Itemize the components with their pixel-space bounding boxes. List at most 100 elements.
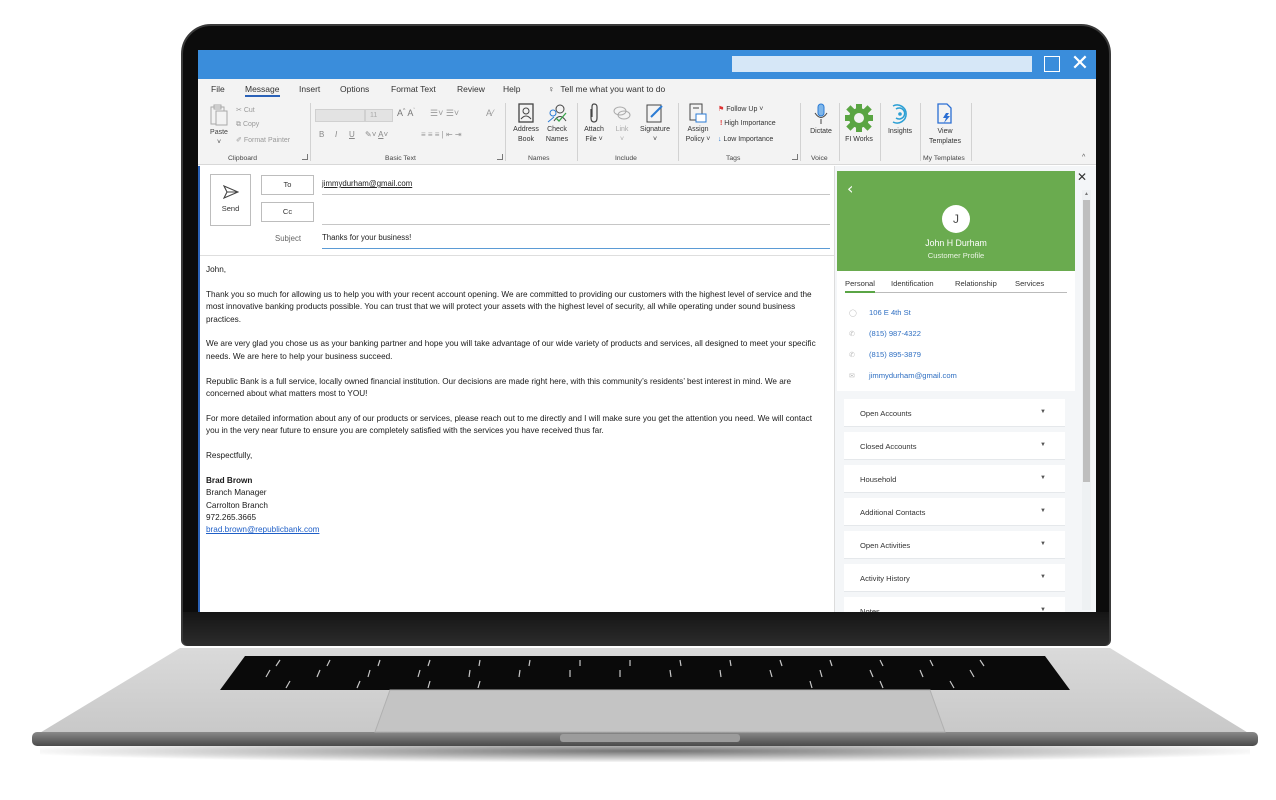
paperclip-icon — [590, 103, 598, 123]
font-name-box[interactable] — [315, 109, 365, 122]
follow-up-label: Follow Up ˅ — [726, 106, 764, 113]
assign-policy-label-1: Assign — [687, 126, 709, 133]
section-open-accounts[interactable]: Open Accounts ▼ — [844, 399, 1065, 427]
low-importance-label: Low Importance — [723, 136, 774, 143]
tab-message[interactable]: Message — [245, 84, 280, 97]
phone-icon: ✆ — [849, 331, 855, 338]
tab-personal[interactable]: Personal — [845, 279, 875, 293]
cc-field[interactable] — [322, 205, 830, 225]
lightbulb-icon: ♀ — [548, 84, 555, 94]
section-additional-contacts[interactable]: Additional Contacts ▼ — [844, 498, 1065, 526]
dictate-button[interactable]: Dictate — [804, 103, 838, 137]
to-button[interactable]: To — [261, 175, 314, 195]
collapse-ribbon-icon[interactable]: ^ — [1082, 154, 1085, 161]
brush-icon: ✐ — [236, 137, 242, 144]
check-names-button[interactable]: Check Names — [542, 103, 572, 145]
basic-text-launcher-icon[interactable] — [497, 154, 503, 160]
address-book-button[interactable]: Address Book — [510, 103, 542, 145]
address-row[interactable]: ◯ 106 E 4th St — [849, 308, 911, 317]
highlight-icon[interactable]: ✎˅ A˅ — [365, 130, 388, 139]
email-row[interactable]: ✉ jimmydurham@gmail.com — [849, 371, 957, 380]
bold-button[interactable]: B — [319, 130, 324, 139]
phone-row[interactable]: ✆ (815) 895-3879 — [849, 350, 921, 359]
message-body[interactable]: John, Thank you so much for allowing us … — [206, 264, 826, 537]
clear-formatting-icon[interactable]: A⁄ — [486, 108, 494, 118]
templates-icon — [937, 103, 952, 124]
insights-icon — [892, 104, 907, 124]
link-icon — [613, 106, 631, 120]
section-open-activities[interactable]: Open Activities ▼ — [844, 531, 1065, 559]
fi-works-button[interactable]: FI Works — [841, 103, 877, 145]
copy-button[interactable]: ⧉ Copy — [236, 121, 259, 129]
italic-button[interactable]: I — [335, 130, 337, 139]
follow-up-button[interactable]: ⚑ Follow Up ˅ — [718, 105, 763, 113]
caret-down-icon: ▼ — [1040, 574, 1046, 580]
ribbon: Paste ˅ ✂ Cut ⧉ Copy ✐ Format Painter Cli… — [198, 100, 1096, 165]
signature-button[interactable]: Signature ˅ — [636, 103, 674, 145]
back-chevron-icon[interactable]: ‹ — [847, 179, 853, 198]
tell-me-text: Tell me what you want to do — [560, 84, 666, 94]
link-button[interactable]: Link ˅ — [610, 103, 634, 145]
assign-policy-button[interactable]: Assign Policy ˅ — [683, 103, 713, 145]
scroll-up-icon[interactable]: ▲ — [1083, 191, 1090, 197]
bullets-icon[interactable]: ☰˅ ☰˅ — [430, 108, 459, 119]
trackpad[interactable] — [374, 689, 946, 733]
view-templates-label-1: View — [937, 128, 953, 135]
maximize-icon[interactable] — [1044, 56, 1060, 72]
close-panel-icon[interactable]: ✕ — [1077, 170, 1087, 184]
cut-button[interactable]: ✂ Cut — [236, 106, 255, 114]
tab-help[interactable]: Help — [503, 84, 520, 94]
phone-value: (815) 987-4322 — [869, 329, 921, 338]
close-icon[interactable]: ✕ — [1070, 53, 1090, 75]
insights-button[interactable]: Insights — [884, 103, 916, 137]
section-label: Open Accounts — [860, 409, 912, 418]
tab-insert[interactable]: Insert — [299, 84, 320, 94]
tell-me-search[interactable]: ♀ Tell me what you want to do — [548, 84, 665, 94]
tab-options[interactable]: Options — [340, 84, 369, 94]
tab-review[interactable]: Review — [457, 84, 485, 94]
cc-button[interactable]: Cc — [261, 202, 314, 222]
subject-field[interactable]: Thanks for your business! — [322, 229, 830, 249]
gear-icon — [845, 104, 873, 132]
section-activity-history[interactable]: Activity History ▼ — [844, 564, 1065, 592]
outlook-compose-window: ✕ File Message Insert Options Format Tex… — [198, 50, 1096, 612]
send-button[interactable]: Send — [210, 174, 251, 226]
link-dropdown: ˅ — [619, 136, 625, 143]
panel-scrollbar[interactable]: ▲ — [1082, 190, 1091, 610]
format-painter-button[interactable]: ✐ Format Painter — [236, 136, 290, 144]
attach-file-button[interactable]: Attach File ˅ — [580, 103, 608, 145]
paste-button[interactable]: Paste ˅ — [206, 104, 232, 148]
tab-file[interactable]: File — [211, 84, 225, 94]
paste-label: Paste — [210, 129, 228, 136]
tags-launcher-icon[interactable] — [792, 154, 798, 160]
clipboard-launcher-icon[interactable] — [302, 154, 308, 160]
tab-format-text[interactable]: Format Text — [391, 84, 436, 94]
grow-font-icon[interactable]: A^ Aˇ — [397, 108, 415, 118]
phone-row[interactable]: ✆ (815) 987-4322 — [849, 329, 921, 338]
section-label: Notes — [860, 607, 880, 612]
view-templates-button[interactable]: View Templates — [924, 103, 966, 147]
title-search-box[interactable] — [732, 56, 1032, 72]
ribbon-separator — [800, 103, 801, 161]
body-paragraph: For more detailed information about any … — [206, 413, 813, 436]
tab-services[interactable]: Services — [1015, 279, 1044, 288]
tab-relationship[interactable]: Relationship — [955, 279, 997, 288]
font-size-box[interactable]: 11 — [365, 109, 393, 122]
section-label: Additional Contacts — [860, 508, 926, 517]
section-notes[interactable]: Notes ▼ — [844, 597, 1065, 612]
signature-label: Signature — [640, 126, 670, 133]
section-closed-accounts[interactable]: Closed Accounts ▼ — [844, 432, 1065, 460]
underline-button[interactable]: U — [349, 130, 355, 139]
scroll-thumb[interactable] — [1083, 200, 1090, 482]
ribbon-separator — [971, 103, 972, 161]
closing: Respectfully, — [206, 451, 253, 461]
to-field[interactable]: jimmydurham@gmail.com — [322, 175, 830, 195]
signature-icon — [646, 104, 663, 123]
section-household[interactable]: Household ▼ — [844, 465, 1065, 493]
signature-email-link[interactable]: brad.brown@republicbank.com — [206, 524, 826, 536]
align-icons[interactable]: ≡ ≡ ≡ | ⇤ ⇥ — [421, 130, 462, 139]
low-importance-button[interactable]: ↓ Low Importance — [718, 136, 773, 143]
high-importance-button[interactable]: ! High Importance — [720, 120, 776, 127]
check-names-label-1: Check — [547, 126, 567, 133]
tab-identification[interactable]: Identification — [891, 279, 934, 288]
